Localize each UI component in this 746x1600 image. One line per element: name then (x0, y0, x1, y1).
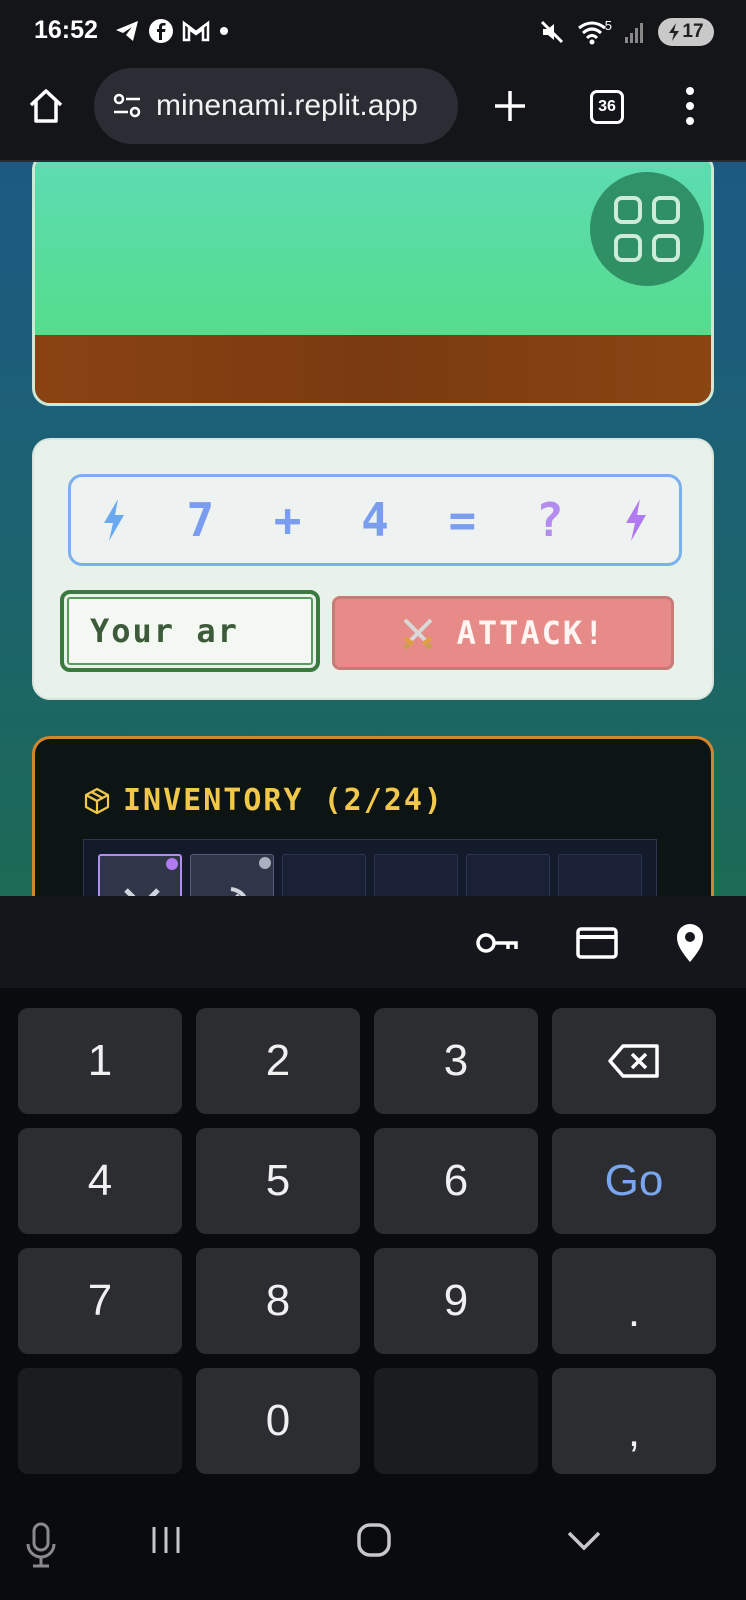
web-page: 7 + 4 = ? ATTACK! INVENTORY (2/24) (0, 162, 746, 896)
microphone-icon[interactable] (24, 1522, 58, 1568)
tab-switcher-button[interactable]: 36 (590, 90, 624, 124)
recent-apps-icon[interactable] (150, 1524, 182, 1556)
operator: + (273, 493, 302, 547)
grid-icon (652, 234, 680, 262)
inventory-slot-pickaxe[interactable] (190, 854, 274, 896)
system-status-icons: 5 17 (539, 18, 714, 46)
mute-icon (540, 20, 563, 44)
key-8[interactable]: 8 (196, 1248, 360, 1354)
key-icon[interactable] (476, 929, 520, 957)
key-label: Go (604, 1156, 664, 1205)
key-2[interactable]: 2 (196, 1008, 360, 1114)
key-period[interactable]: . (552, 1248, 716, 1354)
key-1[interactable]: 1 (18, 1008, 182, 1114)
key-blank-right (374, 1368, 538, 1474)
gmail-icon (182, 20, 210, 42)
inventory-title: INVENTORY (2/24) (123, 783, 444, 818)
sword-icon (124, 888, 160, 896)
status-time: 16:52 (34, 16, 98, 44)
battery-level: 17 (682, 21, 704, 42)
key-comma[interactable]: , (552, 1368, 716, 1474)
new-tab-icon[interactable] (492, 88, 528, 124)
key-label: 6 (443, 1156, 469, 1205)
wifi-icon (577, 21, 606, 45)
go-key[interactable]: Go (552, 1128, 716, 1234)
equation-display: 7 + 4 = ? (68, 474, 682, 566)
numeric-keyboard: 1 2 3 4 5 6 Go 7 8 9 . 0 , (0, 988, 746, 1488)
tab-count: 36 (598, 98, 616, 115)
attack-label: ATTACK! (456, 614, 606, 652)
lightning-icon (103, 499, 124, 541)
key-7[interactable]: 7 (18, 1248, 182, 1354)
equals-sign: = (448, 493, 477, 547)
key-label: . (627, 1287, 641, 1336)
status-bar: 16:52 5 17 (0, 0, 746, 62)
key-label: 3 (443, 1036, 469, 1085)
key-label: 5 (265, 1156, 291, 1205)
key-label: 9 (443, 1276, 469, 1325)
network-generation: 5 (604, 17, 612, 33)
rarity-dot (166, 858, 178, 870)
credit-card-icon[interactable] (576, 926, 618, 960)
key-label: 4 (87, 1156, 113, 1205)
inventory-header: INVENTORY (2/24) (83, 783, 444, 818)
inventory-grid (83, 839, 657, 896)
key-label: 0 (265, 1396, 291, 1445)
key-3[interactable]: 3 (374, 1008, 538, 1114)
keyboard-toolbar (0, 896, 746, 988)
inventory-slot-empty[interactable] (374, 854, 458, 896)
key-4[interactable]: 4 (18, 1128, 182, 1234)
key-label: 1 (87, 1036, 113, 1085)
key-label: , (627, 1407, 641, 1456)
operand-b: 4 (361, 493, 389, 547)
rarity-dot (259, 857, 271, 869)
game-menu-button[interactable] (590, 172, 704, 286)
charging-icon (669, 23, 680, 41)
signal-icon (625, 23, 643, 43)
backspace-key[interactable] (552, 1008, 716, 1114)
more-options-icon[interactable] (684, 86, 696, 126)
attack-button[interactable]: ATTACK! (332, 596, 674, 670)
grid-icon (652, 196, 680, 224)
url-text: minenami.replit.app (156, 89, 418, 122)
key-0[interactable]: 0 (196, 1368, 360, 1474)
lightning-icon (626, 499, 647, 541)
location-pin-icon[interactable] (674, 922, 706, 964)
package-icon (84, 787, 110, 814)
unknown-value: ? (535, 493, 564, 547)
answer-input[interactable] (60, 590, 320, 672)
url-bar[interactable]: minenami.replit.app (94, 68, 458, 144)
game-ground (35, 335, 711, 403)
dot-icon (220, 27, 228, 35)
home-icon[interactable] (26, 86, 66, 126)
key-6[interactable]: 6 (374, 1128, 538, 1234)
key-blank-left (18, 1368, 182, 1474)
operand-a: 7 (186, 493, 215, 547)
site-settings-icon[interactable] (112, 93, 142, 119)
grid-icon (614, 196, 642, 224)
hide-keyboard-icon[interactable] (566, 1530, 602, 1552)
inventory-slot-empty[interactable] (466, 854, 550, 896)
inventory-slot-empty[interactable] (558, 854, 642, 896)
key-5[interactable]: 5 (196, 1128, 360, 1234)
pickaxe-icon (230, 887, 247, 896)
math-quiz-panel: 7 + 4 = ? ATTACK! (32, 438, 714, 700)
system-navigation-bar (0, 1488, 746, 1600)
key-label: 2 (265, 1036, 291, 1085)
inventory-slot-empty[interactable] (282, 854, 366, 896)
home-nav-icon[interactable] (356, 1522, 392, 1558)
inventory-slot-sword[interactable] (98, 854, 182, 896)
facebook-icon (149, 19, 173, 43)
key-label: 7 (87, 1276, 113, 1325)
browser-toolbar: minenami.replit.app 36 (0, 62, 746, 162)
backspace-icon (608, 1044, 659, 1078)
battery-indicator: 17 (658, 18, 714, 46)
notification-icons (114, 18, 230, 44)
crossed-swords-icon (403, 618, 432, 649)
inventory-panel: INVENTORY (2/24) (32, 736, 714, 896)
key-label: 8 (265, 1276, 291, 1325)
telegram-icon (116, 21, 138, 41)
key-9[interactable]: 9 (374, 1248, 538, 1354)
grid-icon (614, 234, 642, 262)
